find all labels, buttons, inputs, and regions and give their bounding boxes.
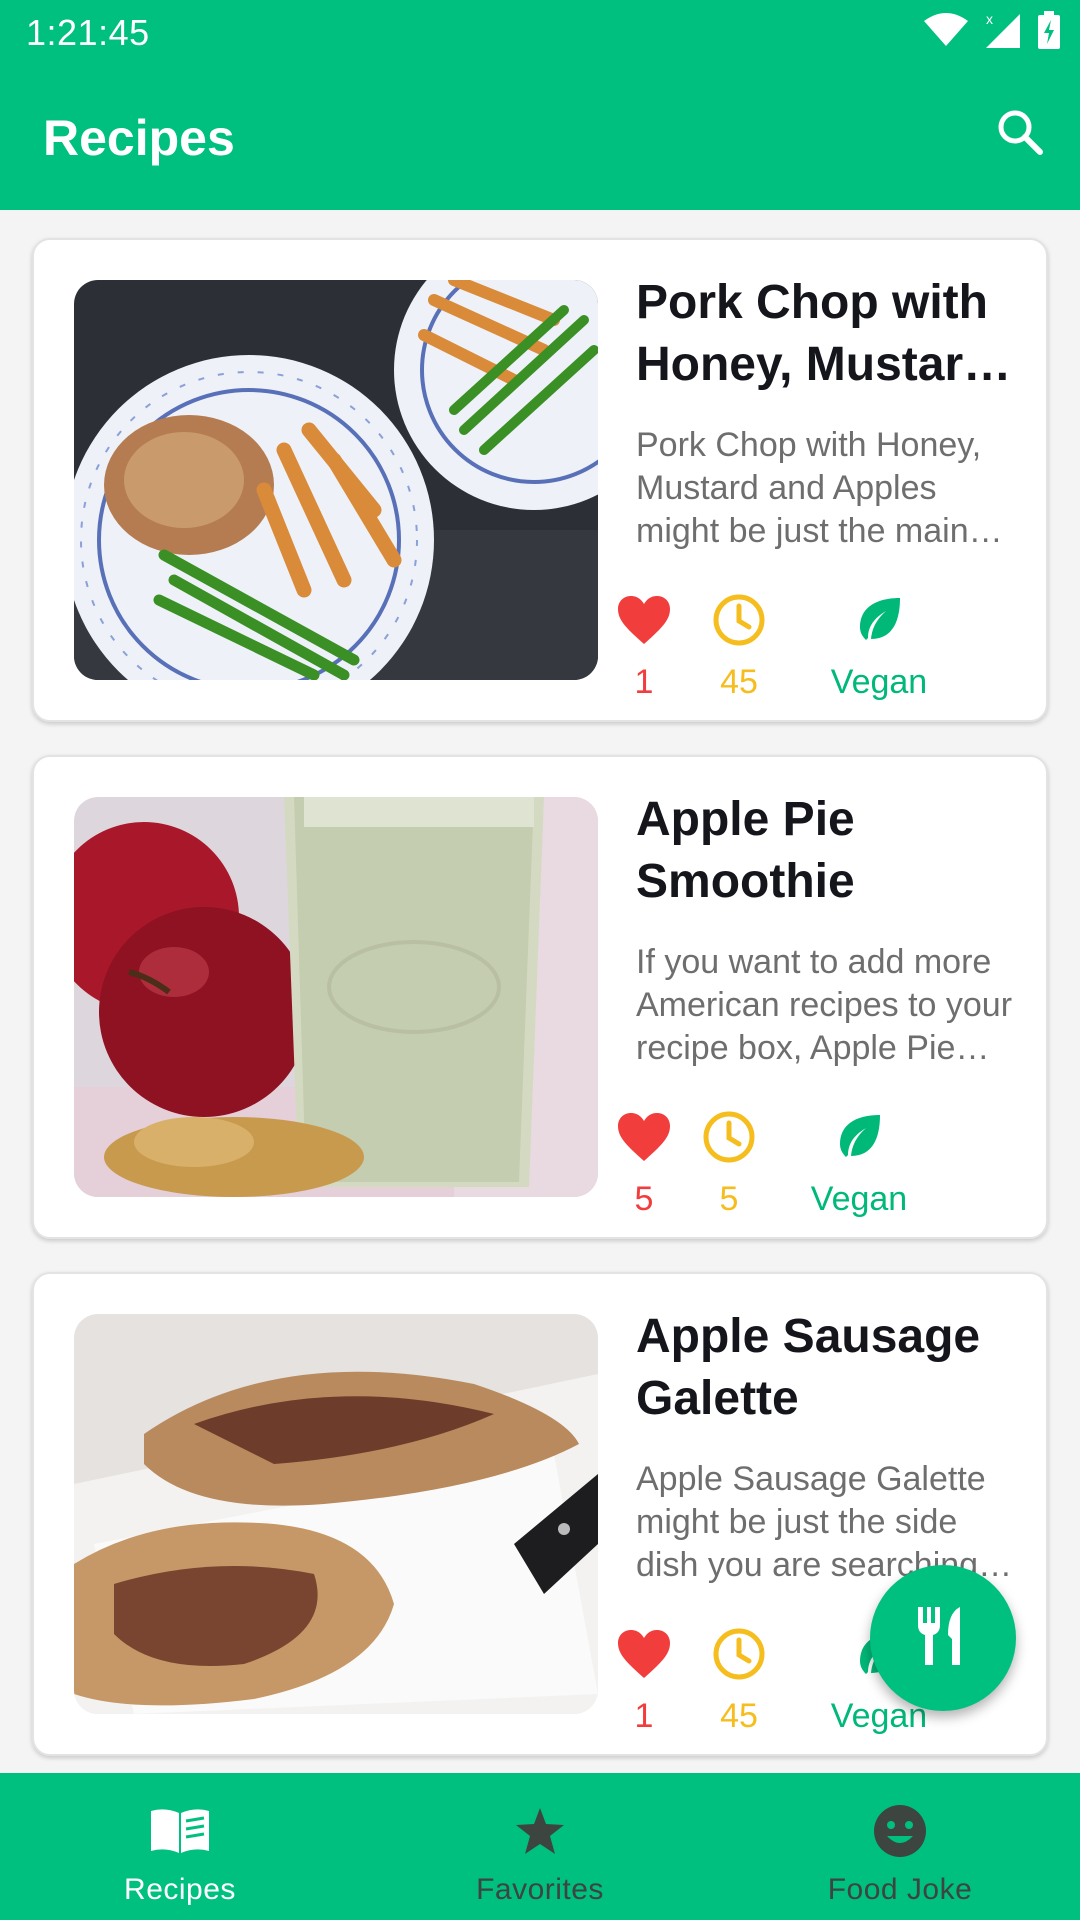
book-icon [149, 1801, 211, 1861]
likes-count: 1 [634, 663, 654, 701]
clock-icon [684, 590, 794, 650]
recipe-image [74, 280, 598, 680]
leaf-icon [824, 590, 934, 650]
recipe-image [74, 1314, 598, 1714]
time-stat: 45 [684, 1624, 794, 1736]
likes-stat: 1 [589, 1624, 699, 1736]
fork-knife-icon [914, 1605, 972, 1672]
clock-icon [684, 1624, 794, 1684]
nav-label: Recipes [124, 1873, 236, 1906]
recipe-list[interactable]: Pork Chop with Honey, Mustard and Apples… [0, 210, 1080, 1773]
vegan-stat: Vegan [804, 1107, 914, 1219]
recipe-title: Apple Pie Smoothie [636, 793, 855, 908]
signal-icon: x [984, 10, 1024, 55]
time-stat: 5 [674, 1107, 784, 1219]
likes-count: 1 [634, 1697, 654, 1735]
recipe-description: Apple Sausage Galette might be just the … [636, 1460, 986, 1584]
nav-item-favorites[interactable]: Favorites [360, 1773, 720, 1920]
recipe-title: Pork Chop with Honey, Mustard and Apples [636, 276, 993, 391]
bottom-navigation: Recipes Favorites Food Joke [0, 1773, 1080, 1920]
status-bar: 1:21:45 x [0, 0, 1080, 64]
recipe-card[interactable]: Apple Pie Smoothie If you want to add mo… [32, 755, 1048, 1239]
recipe-image [74, 797, 598, 1197]
likes-stat: 1 [589, 590, 699, 702]
recipe-card[interactable]: Pork Chop with Honey, Mustard and Apples… [32, 238, 1048, 722]
app-bar: Recipes [0, 64, 1080, 210]
star-icon [514, 1801, 566, 1861]
recipe-title: Apple Sausage Galette [636, 1310, 981, 1425]
vegan-label: Vegan [830, 663, 928, 701]
search-icon [995, 107, 1045, 162]
nav-label: Food Joke [827, 1873, 973, 1906]
nav-item-food-joke[interactable]: Food Joke [720, 1773, 1080, 1920]
search-button[interactable] [990, 104, 1050, 164]
recipe-description: Pork Chop with Honey, Mustard and Apples… [636, 426, 982, 550]
vegan-stat: Vegan [824, 590, 934, 702]
cooking-minutes: 5 [719, 1180, 739, 1218]
page-title: Recipes [43, 110, 235, 166]
heart-icon [589, 590, 699, 650]
wifi-icon [922, 12, 970, 53]
heart-icon [589, 1624, 699, 1684]
status-time: 1:21:45 [26, 12, 150, 53]
food-fab-button[interactable] [870, 1565, 1016, 1711]
nav-label: Favorites [476, 1873, 604, 1906]
cooking-minutes: 45 [720, 1697, 758, 1735]
smiley-icon [873, 1801, 927, 1861]
vegan-label: Vegan [810, 1180, 908, 1218]
svg-text:x: x [986, 11, 993, 27]
battery-charging-icon [1038, 10, 1060, 54]
time-stat: 45 [684, 590, 794, 702]
status-icons: x [922, 10, 1060, 55]
clock-icon [674, 1107, 784, 1167]
nav-item-recipes[interactable]: Recipes [0, 1773, 360, 1920]
recipe-description: If you want to add more American recipes… [636, 943, 1013, 1067]
cooking-minutes: 45 [720, 663, 758, 701]
leaf-icon [804, 1107, 914, 1167]
